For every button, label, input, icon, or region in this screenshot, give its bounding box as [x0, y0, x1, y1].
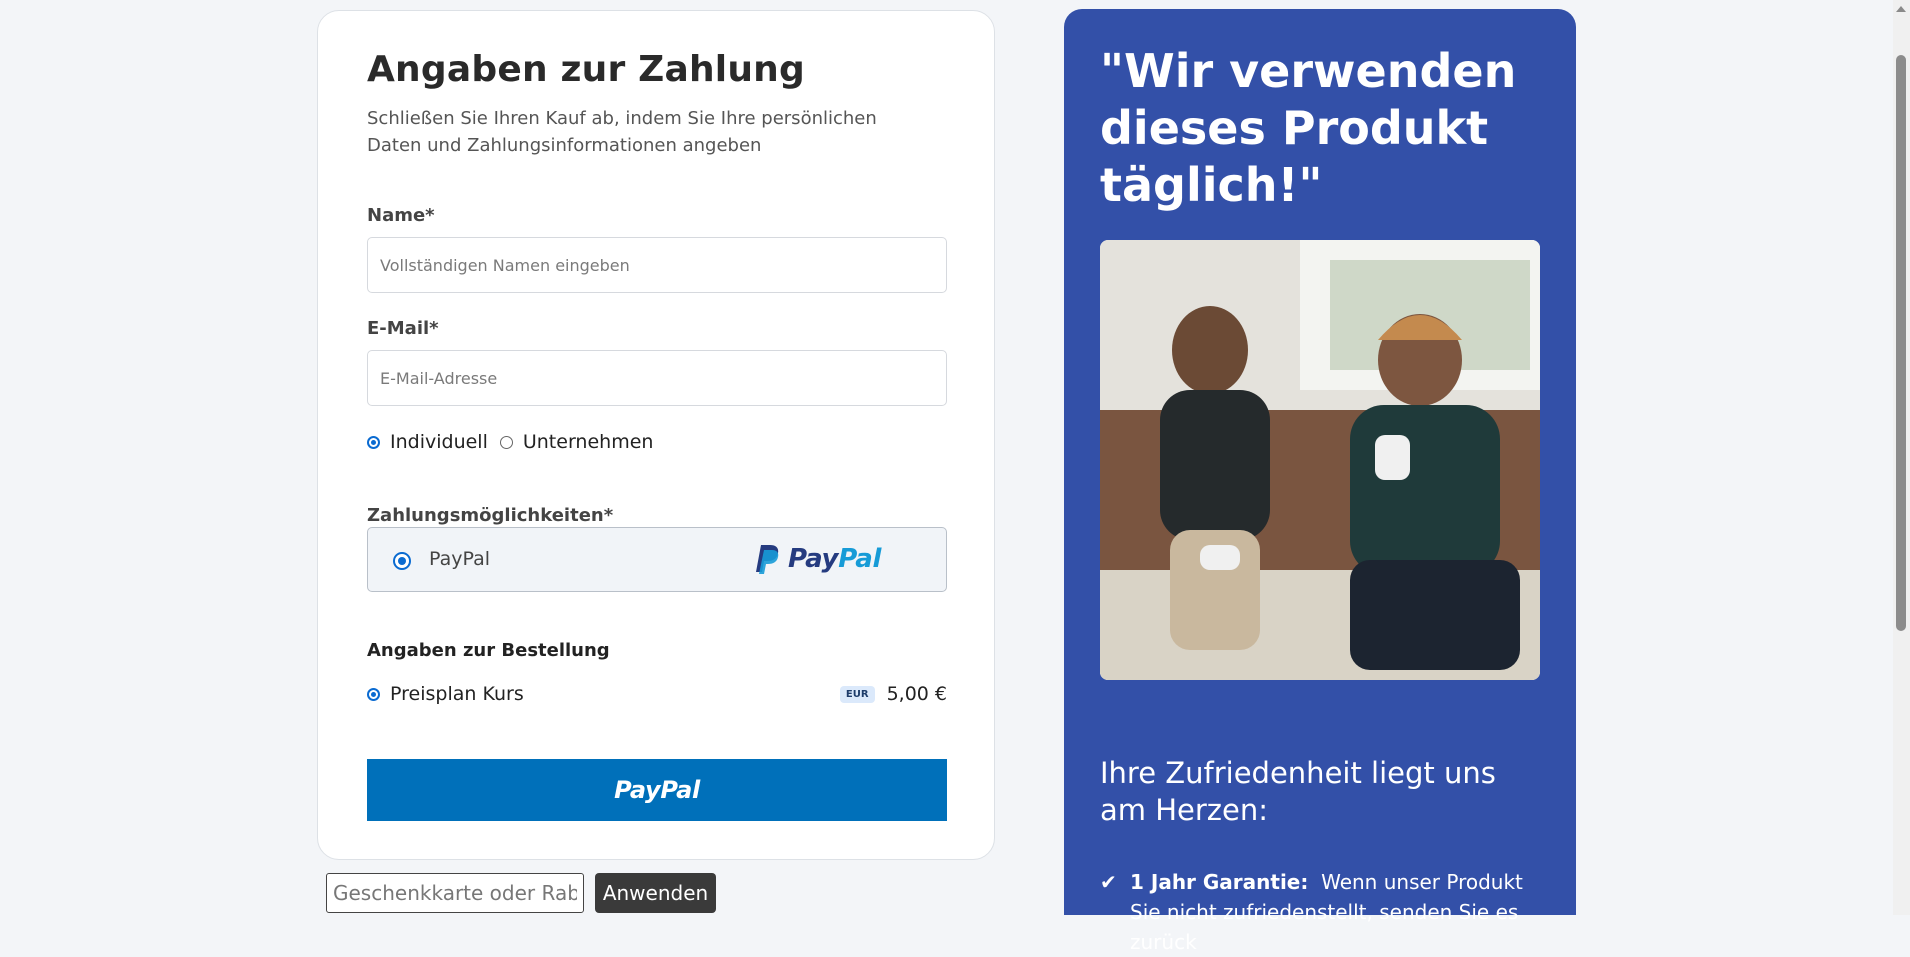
paypal-logo-icon [756, 545, 779, 574]
paypal-payment-option[interactable]: PayPal PayPal [367, 527, 947, 592]
paypal-wordmark-pal: Pal [838, 544, 882, 574]
testimonial-quote: "Wir verwenden dieses Produkt täglich!" [1100, 44, 1517, 212]
order-item-radio[interactable] [367, 687, 380, 701]
email-input[interactable] [367, 350, 947, 406]
scrollbar-thumb[interactable] [1896, 55, 1906, 631]
paypal-wordmark: PayPal [788, 544, 881, 574]
guarantee-text-wrap: 1 Jahr Garantie: Wenn unser Produkt Sie … [1130, 867, 1540, 957]
customer-type-group: Individuell Unternehmen [367, 431, 653, 453]
individual-radio[interactable] [367, 435, 380, 449]
name-label: Name* [367, 205, 435, 226]
apply-button[interactable]: Anwenden [595, 873, 716, 913]
company-label[interactable]: Unternehmen [523, 431, 654, 453]
email-label: E-Mail* [367, 318, 439, 339]
scroll-up-arrow-icon[interactable] [1896, 6, 1906, 12]
order-item: Preisplan Kurs EUR 5,00 € [367, 683, 947, 705]
name-input[interactable] [367, 237, 947, 293]
order-item-name: Preisplan Kurs [390, 683, 524, 705]
paypal-radio[interactable] [393, 552, 411, 570]
individual-label[interactable]: Individuell [390, 431, 488, 453]
company-radio[interactable] [499, 435, 513, 449]
gamers-image [1100, 240, 1540, 680]
paypal-checkout-button[interactable]: PayPal [367, 759, 947, 821]
testimonial-photo [1100, 240, 1540, 680]
check-icon: ✔ [1100, 870, 1117, 894]
payment-options-label: Zahlungsmöglichkeiten* [367, 505, 614, 526]
guarantee-item: ✔ 1 Jahr Garantie: Wenn unser Produkt Si… [1100, 867, 1540, 957]
satisfaction-heading: Ihre Zufriedenheit liegt uns am Herzen: [1100, 756, 1496, 827]
guarantee-title: 1 Jahr Garantie: [1130, 870, 1309, 894]
order-details-title: Angaben zur Bestellung [367, 640, 610, 661]
paypal-wordmark-pay: Pay [788, 544, 839, 574]
testimonial-panel: "Wir verwenden dieses Produkt täglich!" … [1064, 9, 1576, 954]
page-title: Angaben zur Zahlung [367, 49, 805, 90]
gift-card-input[interactable] [326, 873, 584, 913]
page-subtitle: Schließen Sie Ihren Kauf ab, indem Sie I… [367, 108, 877, 156]
paypal-logo: PayPal [754, 543, 881, 575]
payment-option-label: PayPal [429, 548, 491, 570]
checkout-card: Angaben zur Zahlung Schließen Sie Ihren … [317, 10, 995, 860]
order-item-price: 5,00 € [886, 683, 947, 705]
currency-badge: EUR [839, 685, 875, 703]
